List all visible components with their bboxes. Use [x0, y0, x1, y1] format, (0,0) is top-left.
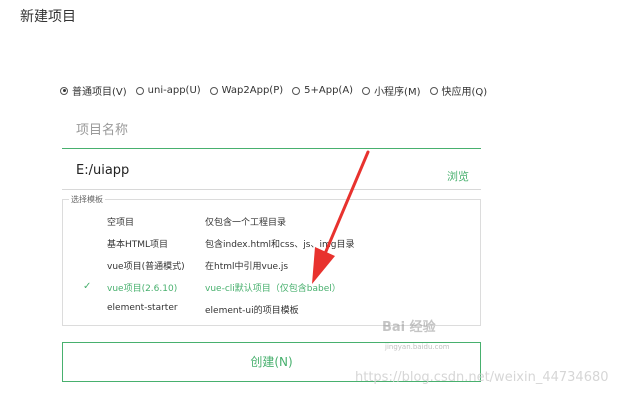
template-name: vue项目(2.6.10) [107, 284, 178, 294]
template-item-vue-normal[interactable]: vue项目(普通模式) 在html中引用vue.js [63, 256, 480, 274]
template-name: vue项目(普通模式) [107, 262, 185, 272]
template-desc: element-ui的项目模板 [205, 306, 299, 316]
browse-button[interactable]: 浏览 [447, 168, 469, 184]
project-type-radio-group: 普通项目(V) uni-app(U) Wap2App(P) 5+App(A) 小… [60, 83, 496, 98]
template-item-empty[interactable]: 空项目 仅包含一个工程目录 [63, 212, 480, 230]
template-group: 选择模板 空项目 仅包含一个工程目录 基本HTML项目 包含index.html… [62, 194, 481, 326]
radio-icon [362, 86, 371, 95]
template-desc: 包含index.html和css、js、img目录 [205, 240, 355, 250]
radio-label: 普通项目(V) [72, 87, 127, 98]
radio-label: 小程序(M) [374, 87, 421, 98]
radio-quick-app[interactable]: 快应用(Q) [429, 83, 488, 98]
project-name-input[interactable] [62, 113, 481, 149]
radio-5plus-app[interactable]: 5+App(A) [292, 85, 353, 96]
radio-label: uni-app(U) [147, 85, 201, 96]
template-item-vue-cli[interactable]: ✓ vue项目(2.6.10) vue-cli默认项目（仅包含babel） [63, 278, 480, 296]
template-desc: vue-cli默认项目（仅包含babel） [205, 284, 341, 294]
radio-icon [429, 86, 438, 95]
checkmark-icon: ✓ [83, 281, 92, 292]
template-name: element-starter [107, 303, 178, 313]
radio-normal-project[interactable]: 普通项目(V) [60, 83, 127, 98]
template-legend: 选择模板 [69, 194, 105, 205]
window-title: 新建项目 [20, 9, 76, 25]
template-desc: 在html中引用vue.js [205, 262, 289, 272]
baidu-watermark-url: jingyan.baidu.com [385, 343, 450, 351]
project-path-value: E:/uiapp [76, 163, 130, 178]
csdn-watermark: https://blog.csdn.net/weixin_44734680 [355, 370, 609, 385]
radio-icon [209, 86, 218, 95]
radio-icon [292, 86, 301, 95]
template-name: 空项目 [107, 218, 135, 228]
radio-label: Wap2App(P) [221, 85, 284, 96]
radio-mini-program[interactable]: 小程序(M) [362, 83, 421, 98]
template-name: 基本HTML项目 [107, 240, 169, 250]
radio-checked-icon [60, 86, 68, 95]
project-path-field[interactable]: E:/uiapp 浏览 [62, 155, 481, 190]
radio-uni-app[interactable]: uni-app(U) [135, 85, 201, 96]
radio-label: 5+App(A) [304, 85, 354, 96]
radio-label: 快应用(Q) [441, 87, 488, 98]
radio-icon [135, 86, 144, 95]
template-item-basic-html[interactable]: 基本HTML项目 包含index.html和css、js、img目录 [63, 234, 480, 252]
radio-wap2app[interactable]: Wap2App(P) [209, 85, 284, 96]
baidu-watermark: Bai 经验 [382, 320, 436, 335]
template-desc: 仅包含一个工程目录 [205, 218, 287, 228]
